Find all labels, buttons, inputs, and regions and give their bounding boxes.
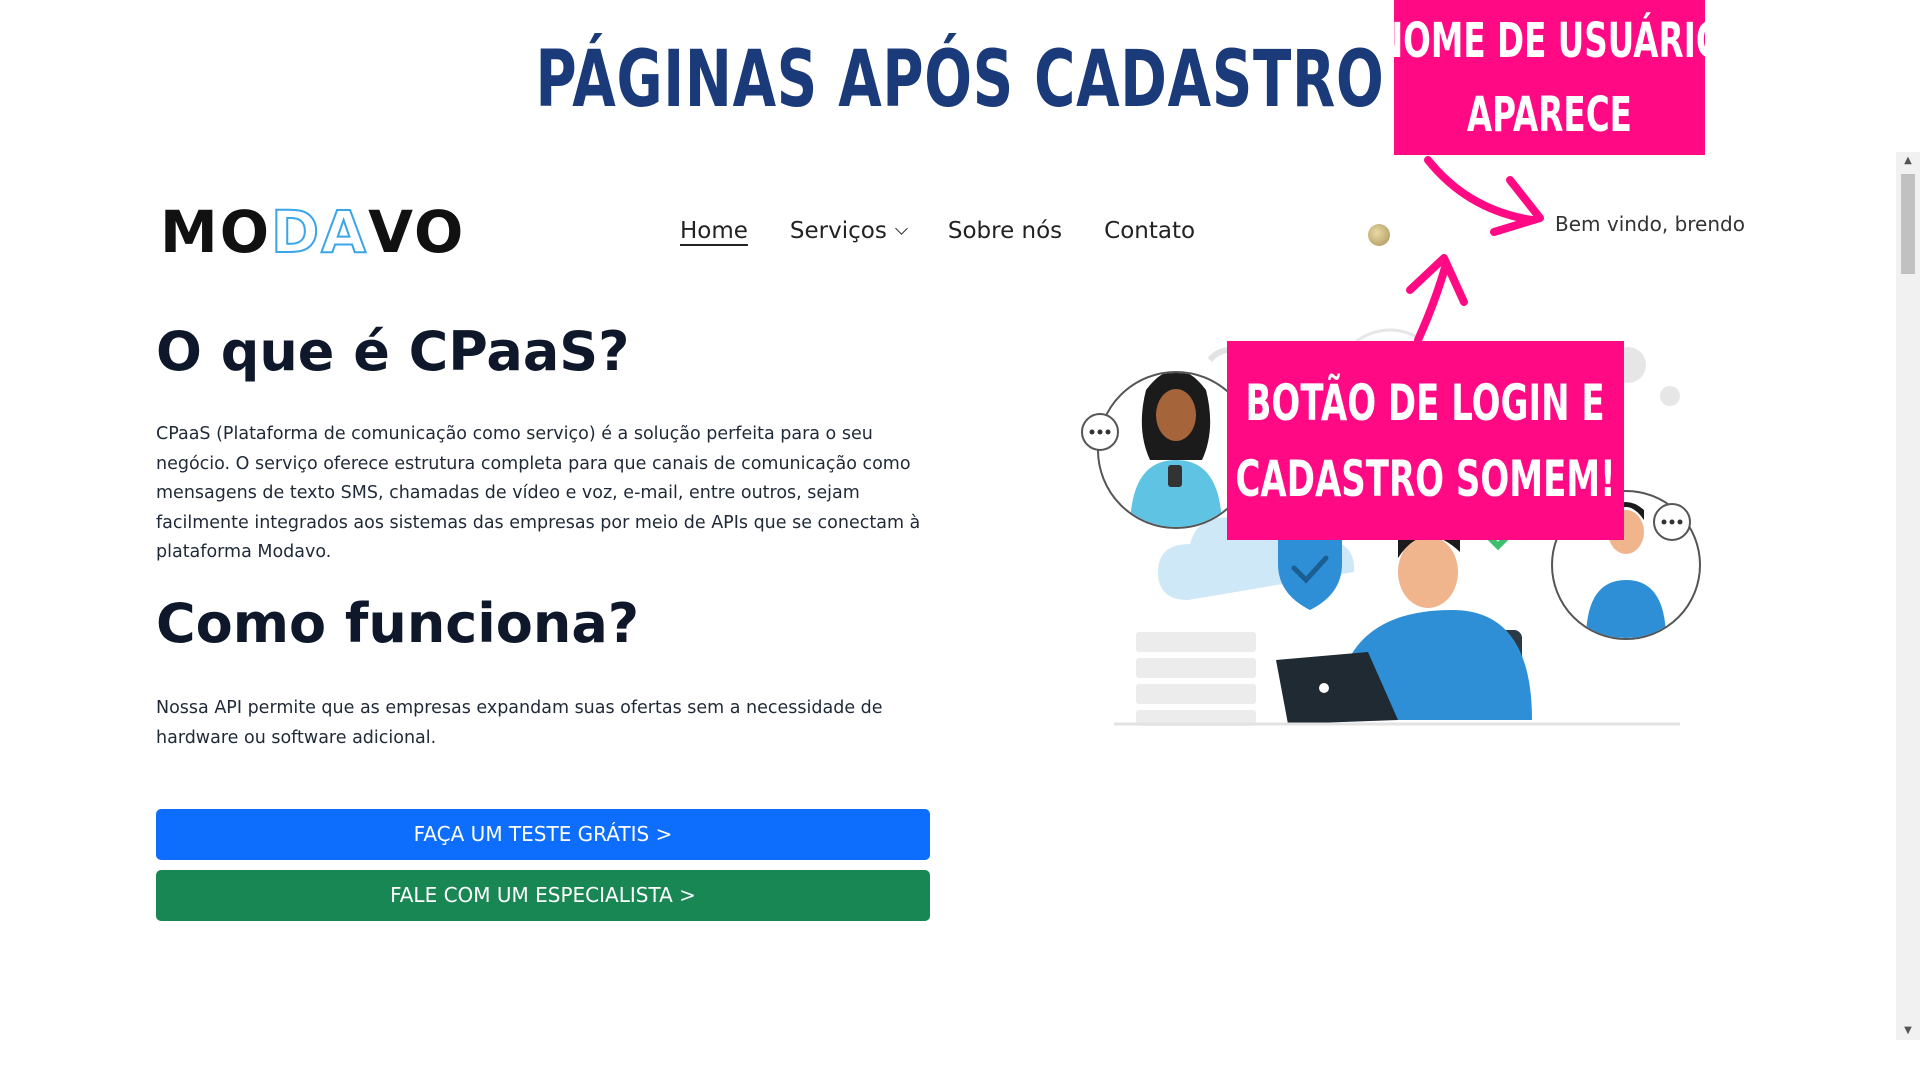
welcome-username[interactable]: Bem vindo, brendo bbox=[1555, 212, 1745, 236]
talk-to-specialist-button[interactable]: FALE COM UM ESPECIALISTA > bbox=[156, 870, 930, 921]
scrollbar-thumb[interactable] bbox=[1901, 174, 1915, 274]
logo-text-part2: DA bbox=[270, 198, 369, 266]
chat-bubble-icon bbox=[1081, 413, 1119, 451]
scroll-down-arrow-icon[interactable]: ▼ bbox=[1896, 1022, 1920, 1040]
nav-item-label: Sobre nós bbox=[947, 218, 1063, 244]
nav-item-label: Home bbox=[680, 218, 748, 244]
main-nav: Home Serviços Sobre nós Contato bbox=[680, 218, 1237, 244]
vertical-scrollbar[interactable]: ▲ ▼ bbox=[1896, 152, 1920, 1040]
nav-item-servicos[interactable]: Serviços bbox=[789, 218, 908, 244]
user-avatar-icon[interactable] bbox=[1368, 224, 1390, 246]
callout-line: NOME DE USUÁRIO bbox=[1375, 12, 1724, 69]
free-trial-button[interactable]: FAÇA UM TESTE GRÁTIS > bbox=[156, 809, 930, 860]
scroll-up-arrow-icon[interactable]: ▲ bbox=[1896, 152, 1920, 170]
callout-line: APARECE bbox=[1466, 86, 1633, 143]
cpaas-description: CPaaS (Plataforma de comunicação como se… bbox=[156, 424, 921, 562]
login-removed-callout: BOTÃO DE LOGIN E CADASTRO SOMEM! bbox=[1227, 341, 1624, 540]
nav-item-home[interactable]: Home bbox=[680, 218, 748, 244]
nav-item-label: Contato bbox=[1104, 218, 1196, 244]
chat-bubble-icon bbox=[1653, 503, 1691, 541]
callout-line: BOTÃO DE LOGIN E bbox=[1245, 373, 1606, 432]
logo-text-part1: MO bbox=[160, 198, 272, 266]
cpaas-heading: O que é CPaaS? bbox=[156, 320, 630, 383]
chevron-down-icon bbox=[894, 221, 908, 235]
username-callout: NOME DE USUÁRIO APARECE bbox=[1376, 0, 1723, 155]
nav-item-contato[interactable]: Contato bbox=[1104, 218, 1195, 244]
modavo-logo[interactable]: MO DA VO bbox=[160, 198, 466, 266]
como-funciona-heading: Como funciona? bbox=[156, 592, 640, 655]
logo-text-part3: VO bbox=[368, 198, 466, 266]
server-rack bbox=[1136, 632, 1256, 726]
nav-item-sobre-nos[interactable]: Sobre nós bbox=[948, 218, 1062, 244]
como-funciona-description: Nossa API permite que as empresas expand… bbox=[156, 698, 883, 748]
nav-item-label: Serviços bbox=[789, 218, 887, 244]
callout-line: CADASTRO SOMEM! bbox=[1235, 449, 1616, 508]
